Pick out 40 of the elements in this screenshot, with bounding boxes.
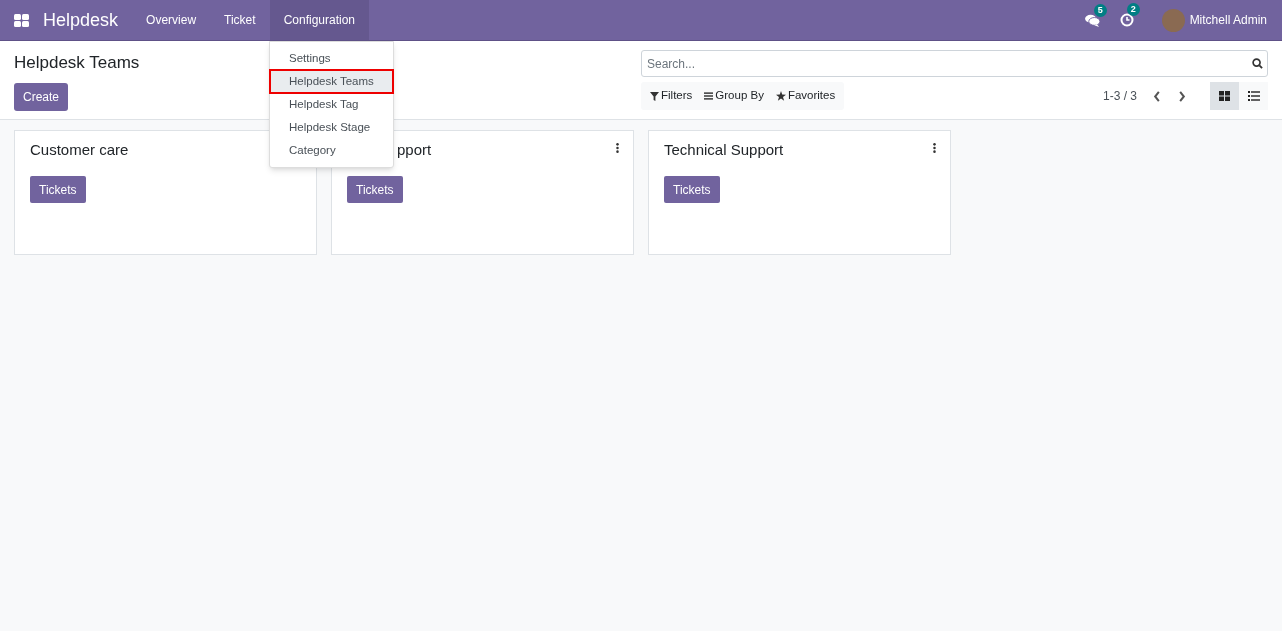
next-icon[interactable]	[1178, 90, 1186, 102]
menu-item[interactable]: Helpdesk Tag	[270, 93, 393, 116]
card-title: Technical Support	[664, 140, 784, 160]
grid-icon	[1219, 91, 1230, 101]
previous-icon[interactable]	[1153, 90, 1161, 102]
app-name[interactable]: Helpdesk	[43, 6, 119, 34]
apps-menu-icon[interactable]	[14, 13, 29, 27]
view-switch-button[interactable]	[1239, 82, 1268, 110]
star-icon	[775, 91, 786, 101]
more-options-icon[interactable]	[616, 143, 619, 153]
page-title: Helpdesk Teams	[14, 52, 140, 74]
tickets-button[interactable]: Tickets	[664, 176, 720, 203]
view-switch-button[interactable]	[1210, 82, 1239, 110]
search-field[interactable]: Search...	[641, 50, 1268, 77]
more-options-icon[interactable]	[933, 143, 936, 153]
tickets-button[interactable]: Tickets	[30, 176, 86, 203]
clock-icon[interactable]	[1119, 13, 1134, 27]
create-button[interactable]: Create	[14, 83, 68, 111]
filter-dropdown-button[interactable]: Favorites	[769, 87, 842, 105]
filter-icon	[650, 91, 659, 101]
nav-menu-item[interactable]: Overview	[132, 0, 211, 40]
menu-item[interactable]: Helpdesk Stage	[270, 116, 393, 139]
list-icon	[1247, 91, 1260, 101]
tickets-button[interactable]: Tickets	[347, 176, 403, 203]
list-lines-icon	[704, 92, 714, 100]
menu-item[interactable]: Settings	[270, 47, 393, 70]
nav-menu-item[interactable]: Ticket	[210, 0, 270, 40]
nav-menu-item[interactable]: Configuration	[269, 0, 369, 40]
filter-dropdown-button[interactable]: Group By	[698, 87, 770, 105]
menu-item[interactable]: Helpdesk Teams	[270, 70, 393, 93]
chat-icon[interactable]	[1084, 13, 1100, 27]
filter-dropdown-button[interactable]: Filters	[644, 87, 699, 105]
pager-value: 1-3 / 3	[1102, 88, 1137, 105]
card-title: pport	[397, 140, 432, 160]
card-title: Customer care	[30, 140, 129, 160]
user-name[interactable]: Mitchell Admin	[1189, 11, 1267, 29]
activity-count-badge: 2	[1126, 3, 1140, 16]
menu-item[interactable]: Category	[270, 139, 393, 162]
search-icon[interactable]	[1252, 58, 1263, 69]
message-count-badge: 5	[1093, 3, 1107, 17]
